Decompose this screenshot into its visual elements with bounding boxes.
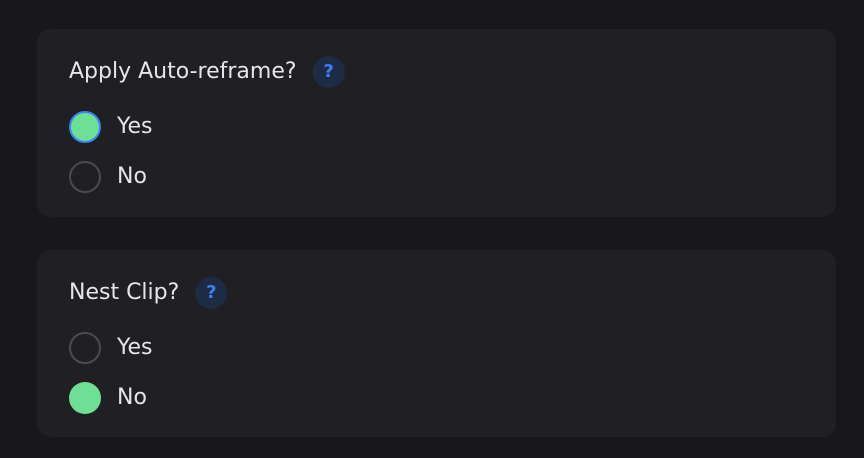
radio-button[interactable]: [69, 111, 101, 143]
option-label: No: [117, 164, 147, 189]
settings-panel: Apply Auto-reframe? ? Yes No Nest Clip? …: [0, 0, 864, 458]
radio-button[interactable]: [69, 382, 101, 414]
radio-button[interactable]: [69, 161, 101, 193]
nest-clip-label: Nest Clip?: [69, 280, 180, 305]
nest-clip-card: Nest Clip? ? Yes No: [37, 250, 836, 437]
radio-button[interactable]: [69, 332, 101, 364]
option-label: Yes: [117, 114, 153, 139]
auto-reframe-label: Apply Auto-reframe?: [69, 59, 297, 84]
help-icon[interactable]: ?: [312, 56, 345, 88]
auto-reframe-card: Apply Auto-reframe? ? Yes No: [37, 29, 836, 217]
help-icon[interactable]: ?: [195, 277, 228, 309]
nest-clip-yes-option[interactable]: Yes: [69, 332, 153, 364]
option-label: No: [117, 385, 147, 410]
auto-reframe-no-option[interactable]: No: [69, 161, 147, 193]
option-label: Yes: [117, 335, 153, 360]
nest-clip-no-option[interactable]: No: [69, 382, 147, 414]
auto-reframe-yes-option[interactable]: Yes: [69, 111, 153, 143]
nest-clip-question: Nest Clip? ?: [69, 277, 228, 309]
auto-reframe-question: Apply Auto-reframe? ?: [69, 56, 345, 88]
